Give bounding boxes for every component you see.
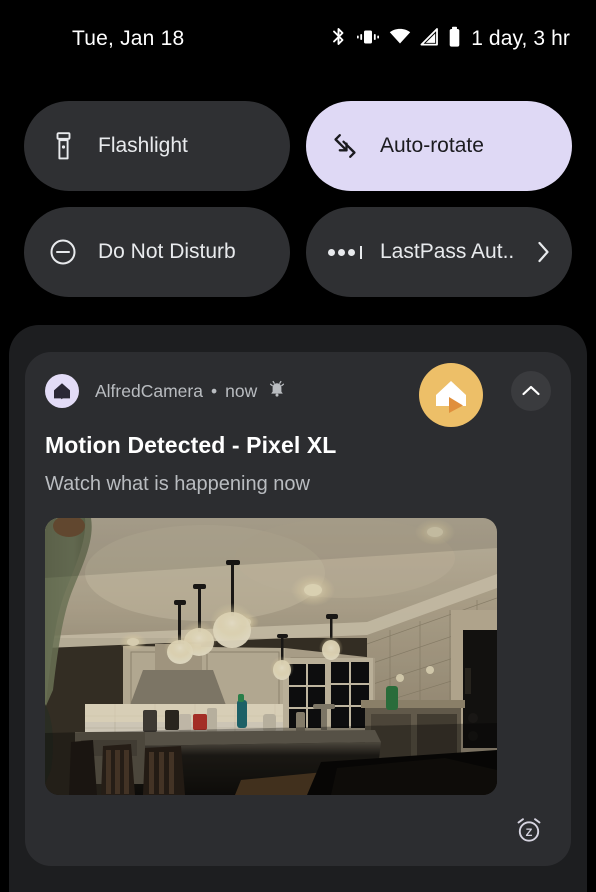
flashlight-icon (48, 131, 78, 161)
notification-camera-snapshot[interactable] (45, 518, 497, 795)
bluetooth-icon (330, 26, 347, 53)
battery-icon (448, 26, 461, 53)
quick-settings-grid: Flashlight Auto-rotate Do Not Disturb La… (24, 101, 572, 297)
notification-time: now (225, 380, 258, 401)
quick-tile-label: Do Not Disturb (98, 240, 236, 263)
notification-app-name: AlfredCamera (95, 380, 203, 401)
quick-tile-do-not-disturb[interactable]: Do Not Disturb (24, 207, 290, 297)
quick-tile-label: Flashlight (98, 134, 188, 157)
cellular-signal-icon (420, 27, 439, 51)
status-bar: Tue, Jan 18 1 day, 3 hr (0, 0, 596, 78)
notification-body-text: Watch what is happening now (45, 473, 310, 495)
status-bar-icons: 1 day, 3 hr (330, 26, 570, 53)
auto-rotate-icon (330, 131, 360, 161)
chevron-right-icon[interactable] (537, 241, 550, 263)
svg-text:Z: Z (526, 827, 533, 839)
android-notification-shade: Tue, Jan 18 1 day, 3 hr Flashlight Auto-… (0, 0, 596, 892)
password-dots-icon (328, 237, 362, 267)
quick-tile-auto-rotate[interactable]: Auto-rotate (306, 101, 572, 191)
snooze-alarm-icon[interactable]: Z (511, 812, 547, 848)
quick-tile-flashlight[interactable]: Flashlight (24, 101, 290, 191)
notification-card[interactable]: AlfredCamera • now Motion Detected - Pix… (25, 352, 571, 866)
notification-header: AlfredCamera • now (45, 363, 551, 427)
battery-remaining-label: 1 day, 3 hr (471, 27, 570, 50)
notification-meta: AlfredCamera • now (95, 379, 287, 404)
vibrate-icon (356, 27, 380, 52)
status-bar-date: Tue, Jan 18 (72, 27, 185, 50)
alfred-home-icon (45, 374, 79, 408)
notification-separator: • (210, 380, 218, 401)
quick-tile-label: LastPass Aut.. (380, 240, 515, 263)
do-not-disturb-icon (48, 237, 78, 267)
notification-title: Motion Detected - Pixel XL (45, 432, 337, 458)
notification-shade-panel: AlfredCamera • now Motion Detected - Pix… (9, 325, 587, 892)
chevron-up-icon[interactable] (511, 371, 551, 411)
vibrating-bell-icon (267, 379, 287, 404)
alfred-camera-badge-icon (419, 363, 483, 427)
quick-tile-label: Auto-rotate (380, 134, 484, 157)
quick-tile-lastpass-autofill[interactable]: LastPass Aut.. (306, 207, 572, 297)
wifi-icon (389, 28, 411, 51)
